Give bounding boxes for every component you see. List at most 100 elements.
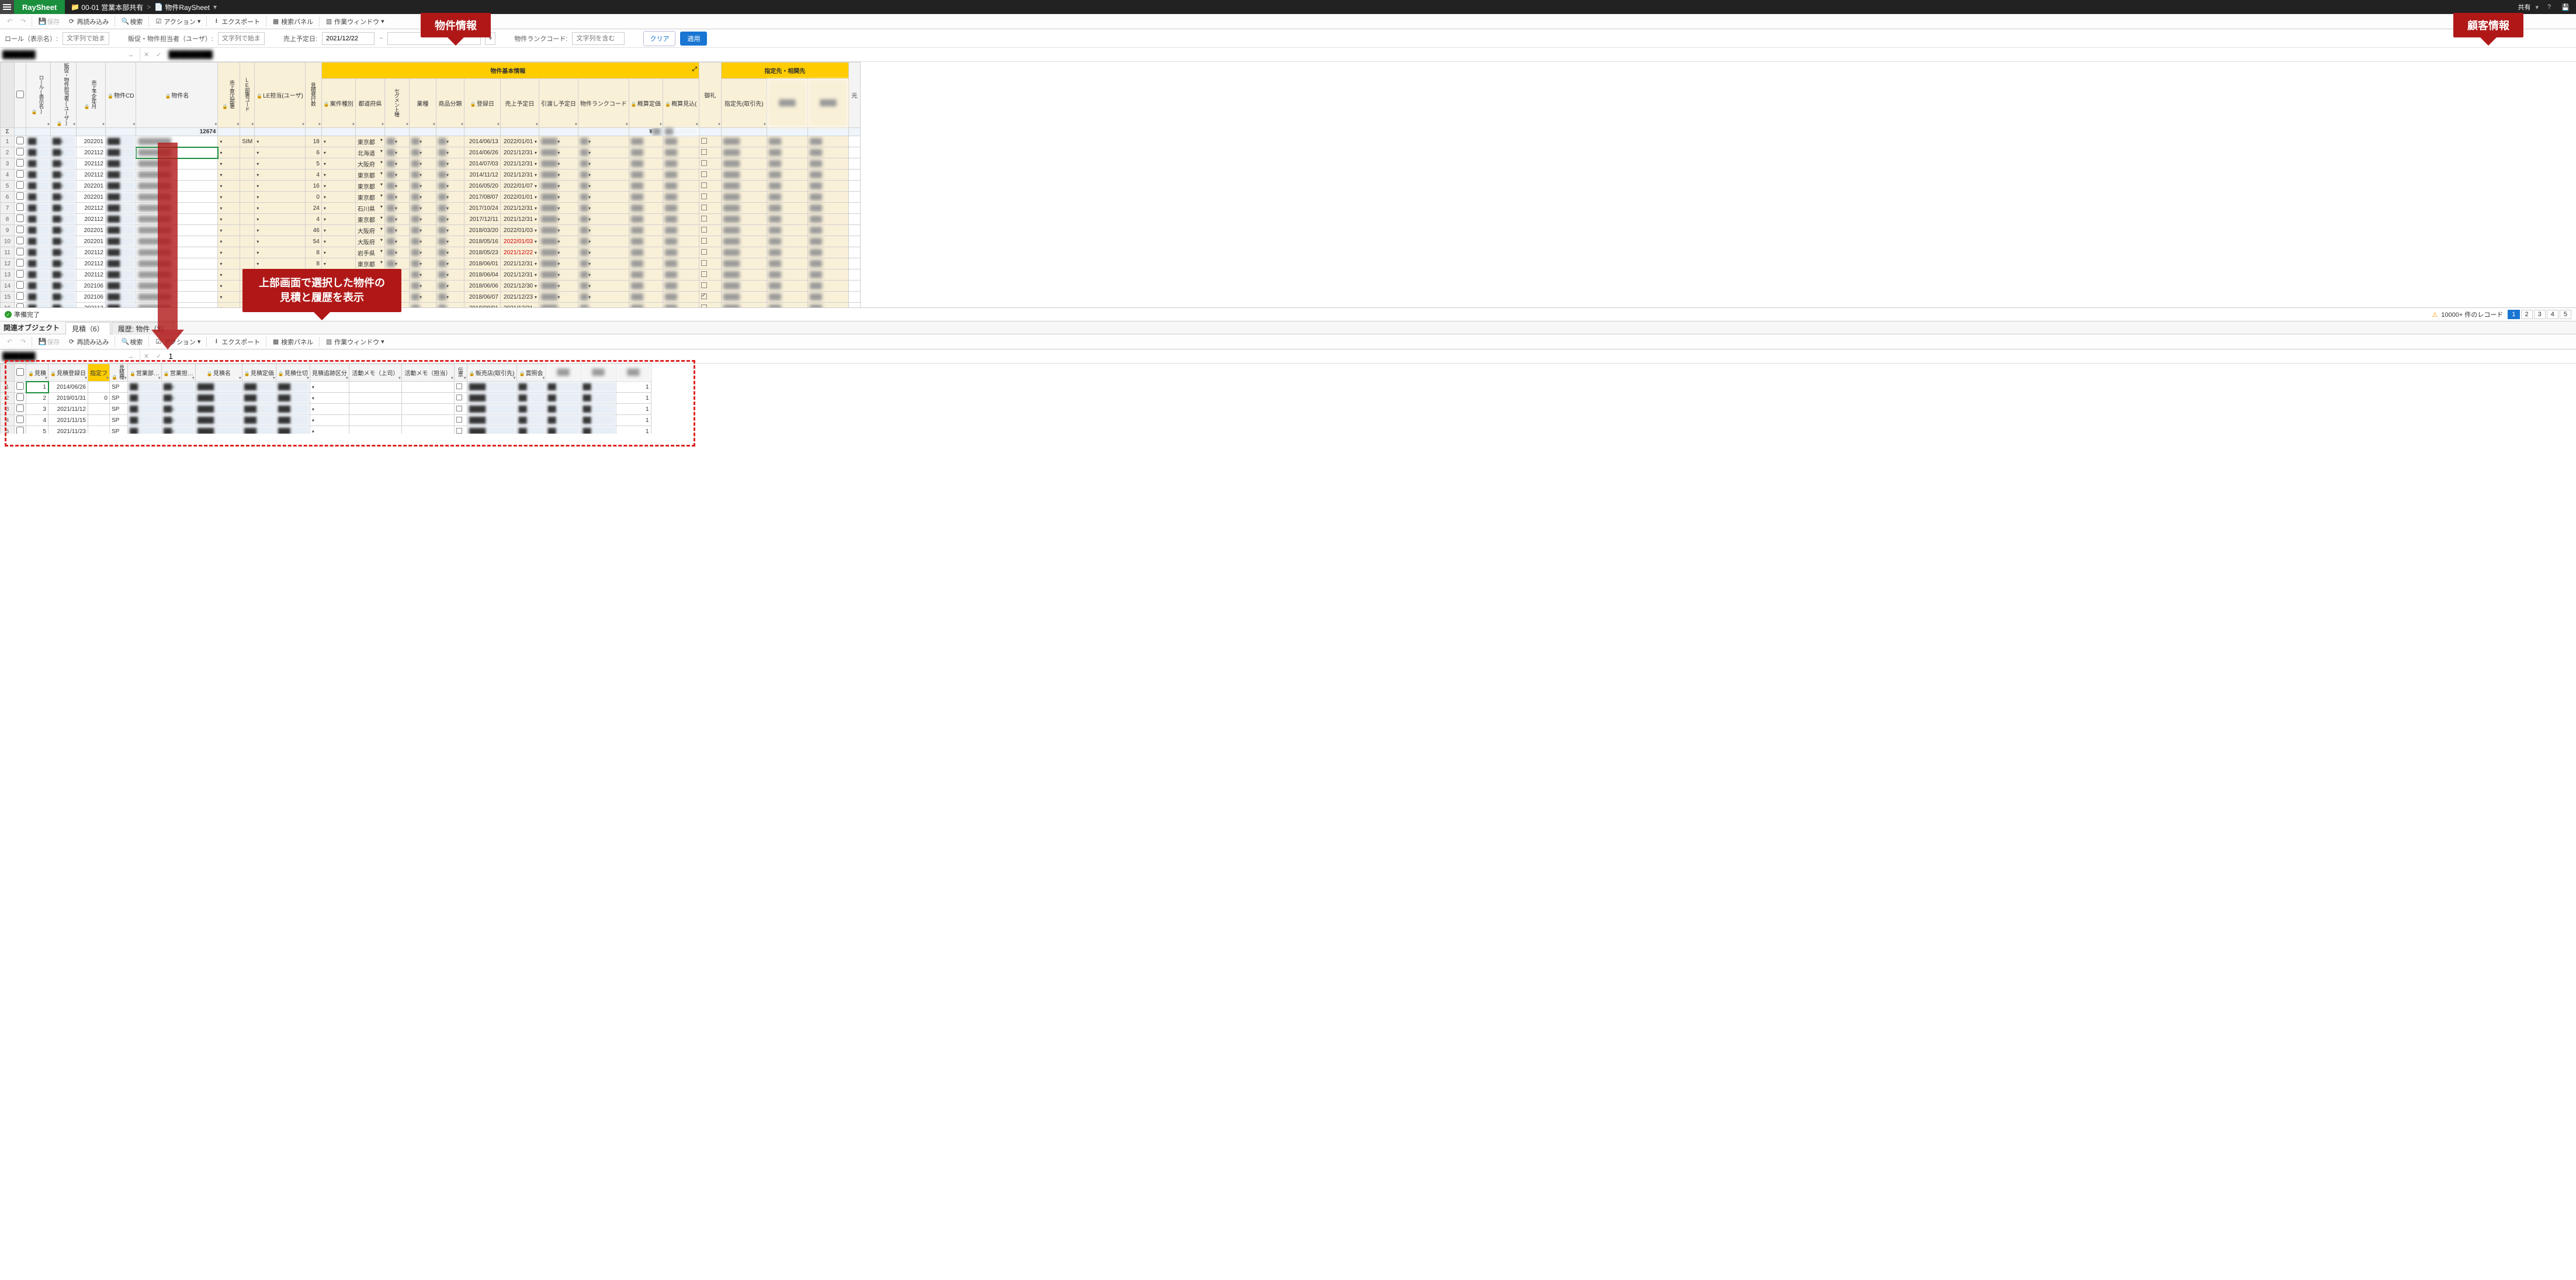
row-checkbox[interactable]: [16, 292, 24, 300]
row-checkbox[interactable]: [16, 170, 24, 178]
goto-icon[interactable]: →: [124, 51, 137, 58]
menu-button[interactable]: [0, 0, 14, 14]
chevron-down-icon[interactable]: ▾: [2535, 4, 2539, 11]
save-button[interactable]: 💾保存: [34, 336, 63, 348]
row-checkbox[interactable]: [16, 137, 24, 144]
cancel-edit-icon[interactable]: ✕: [140, 51, 152, 58]
warning-icon: ⚠: [2431, 310, 2439, 319]
chevron-down-icon[interactable]: ▾: [213, 3, 217, 11]
table-row[interactable]: 14████▾202106███████████▾NT▾6▾京都府▾██▾██▾…: [1, 281, 861, 292]
table-row[interactable]: 13████▾202112███████████▾▾3▾長崎県▾██▾██▾██…: [1, 269, 861, 281]
row-checkbox[interactable]: [16, 281, 24, 289]
breadcrumb-folder[interactable]: 00-01 営業本部共有: [81, 2, 143, 12]
searchpanel-button[interactable]: ▦検索パネル: [269, 16, 317, 27]
row-checkbox[interactable]: [16, 248, 24, 255]
search-button[interactable]: 🔍検索: [117, 336, 146, 348]
confirm-edit-icon[interactable]: ✓: [152, 352, 165, 360]
row-checkbox[interactable]: [16, 270, 24, 278]
row-checkbox[interactable]: [16, 181, 24, 189]
cell-reference-input[interactable]: [2, 352, 124, 361]
table-row[interactable]: 7████▾202112███████████▾▾24▾石川県▾██▾██▾██…: [1, 203, 861, 214]
row-checkbox[interactable]: [16, 148, 24, 155]
table-row[interactable]: 4████▾202112███████████▾▾4▾東京都▾██▾██▾██▾…: [1, 169, 861, 181]
redo-button[interactable]: ↷: [17, 337, 29, 347]
table-row[interactable]: 3████▾202112███████████▾▾5▾大阪府▾██▾██▾██▾…: [1, 158, 861, 169]
pager-page-1[interactable]: 1: [2508, 310, 2519, 319]
table-row[interactable]: 222019/01/310SP████▾██████████▾█████████…: [1, 393, 651, 404]
table-row[interactable]: 5████▾202201███████████▾▾16▾東京都▾██▾██▾██…: [1, 181, 861, 192]
formula-input[interactable]: [165, 50, 2576, 59]
row-checkbox[interactable]: [16, 393, 24, 401]
share-label[interactable]: 共有: [2518, 2, 2530, 12]
row-checkbox[interactable]: [16, 192, 24, 200]
table-row[interactable]: 10████▾202201███████████▾▾54▾大阪府▾██▾██▾█…: [1, 236, 861, 247]
window-titlebar: RaySheet 📁 00-01 営業本部共有 > 📄 物件RaySheet ▾…: [0, 0, 2576, 14]
table-row[interactable]: 332021/11/12SP████▾██████████▾██████████…: [1, 404, 651, 415]
row-checkbox[interactable]: [16, 416, 24, 423]
related-grid[interactable]: 🔒見積▾ 🔒見積登録日▾ 指定フ▾ 🔒見積種▾ 🔒営業部…▾ 🔒営業担…▾ 🔒見…: [0, 364, 651, 434]
help-icon[interactable]: ?: [2543, 1, 2555, 13]
table-row[interactable]: 12████▾202112███████████▾▾8▾東京都▾██▾██▾██…: [1, 258, 861, 269]
apply-button[interactable]: 適用: [680, 32, 707, 46]
table-row[interactable]: 11████▾202112███████████▾▾8▾岩手県▾██▾██▾██…: [1, 247, 861, 258]
workwindow-button[interactable]: ▥作業ウィンドウ ▾: [322, 16, 388, 27]
table-row[interactable]: 1████▾202201███████████▾SIM▾18▾東京都▾██▾██…: [1, 136, 861, 147]
cell-reference-input[interactable]: [2, 50, 124, 59]
filter-date-input[interactable]: [322, 32, 375, 45]
searchpanel-button[interactable]: ▦検索パネル: [269, 336, 317, 348]
formula-input[interactable]: [165, 352, 2576, 361]
status-records: 10000+ 件のレコード: [2441, 310, 2503, 319]
table-row[interactable]: 552021/11/23SP████▾██████████▾██████████…: [1, 426, 651, 434]
row-checkbox[interactable]: [16, 215, 24, 222]
row-checkbox[interactable]: [16, 159, 24, 167]
table-row[interactable]: 15████▾202106███████████▾▾3▾京都府▾██▾██▾██…: [1, 292, 861, 303]
table-row[interactable]: 112014/06/26SP████▾██████████▾██████████…: [1, 382, 651, 393]
save-icon[interactable]: 💾: [2560, 1, 2571, 13]
cancel-edit-icon[interactable]: ✕: [140, 352, 152, 360]
reload-button[interactable]: ⟳再読み込み: [64, 16, 112, 27]
panel-icon: ▦: [272, 18, 279, 25]
row-checkbox[interactable]: [16, 427, 24, 434]
column-group-basic[interactable]: 物件基本情報 ⤢: [321, 63, 699, 79]
reload-button[interactable]: ⟳再読み込み: [64, 336, 112, 348]
confirm-edit-icon[interactable]: ✓: [152, 51, 165, 58]
pager-page-3[interactable]: 3: [2534, 310, 2546, 319]
save-button[interactable]: 💾保存: [34, 16, 63, 27]
pager-page-2[interactable]: 2: [2521, 310, 2533, 319]
filter-rep-label: 販促・物件担当者（ユーザ）:: [128, 34, 213, 43]
table-row[interactable]: 442021/11/15SP████▾██████████▾██████████…: [1, 415, 651, 426]
row-checkbox[interactable]: [16, 203, 24, 211]
breadcrumb-page[interactable]: 物件RaySheet: [165, 2, 210, 12]
export-button[interactable]: ⭳エクスポート: [209, 335, 264, 348]
search-button[interactable]: 🔍検索: [117, 16, 146, 27]
undo-button[interactable]: ↶: [4, 16, 16, 26]
pager-page-4[interactable]: 4: [2547, 310, 2558, 319]
clear-button[interactable]: クリア: [643, 31, 675, 46]
table-row[interactable]: 2████▾202112███████████▾▾6▾北海道▾██▾██▾██▾…: [1, 147, 861, 158]
table-row[interactable]: 6████▾202201███████████▾▾0▾東京都▾██▾██▾██▾…: [1, 192, 861, 203]
row-checkbox[interactable]: [16, 259, 24, 267]
goto-icon[interactable]: →: [124, 353, 137, 360]
row-checkbox[interactable]: [16, 404, 24, 412]
table-row[interactable]: 16████▾202112███████████▾▾3▾福島県▾██▾██▾██…: [1, 303, 861, 308]
select-all-checkbox[interactable]: [16, 91, 24, 98]
workwindow-button[interactable]: ▥作業ウィンドウ ▾: [322, 336, 388, 348]
undo-button[interactable]: ↶: [4, 337, 16, 347]
tab-quotes[interactable]: 見積（6）: [65, 322, 110, 335]
select-all-checkbox[interactable]: [16, 368, 24, 376]
pager-page-5[interactable]: 5: [2560, 310, 2571, 319]
action-button[interactable]: ☑アクション ▾: [151, 16, 204, 27]
row-checkbox[interactable]: [16, 226, 24, 233]
table-row[interactable]: 9████▾202201███████████▾▾46▾大阪府▾██▾██▾██…: [1, 225, 861, 236]
column-group-dest[interactable]: 指定先・相関先: [721, 63, 848, 79]
filter-rep-input[interactable]: [218, 32, 265, 45]
redo-button[interactable]: ↷: [17, 16, 29, 26]
filter-role-input[interactable]: [63, 32, 109, 45]
main-grid[interactable]: 🔒ロール(表示名)▾ 🔒販促・物件担当者(ユーザ)▾ 🔒売上予定年月▾ 🔒物件C…: [0, 62, 861, 307]
row-checkbox[interactable]: [16, 303, 24, 307]
export-button[interactable]: ⭳エクスポート: [209, 15, 264, 28]
filter-rank-input[interactable]: [572, 32, 625, 45]
row-checkbox[interactable]: [16, 382, 24, 390]
row-checkbox[interactable]: [16, 237, 24, 244]
table-row[interactable]: 8████▾202112███████████▾▾4▾東京都▾██▾██▾██▾…: [1, 214, 861, 225]
